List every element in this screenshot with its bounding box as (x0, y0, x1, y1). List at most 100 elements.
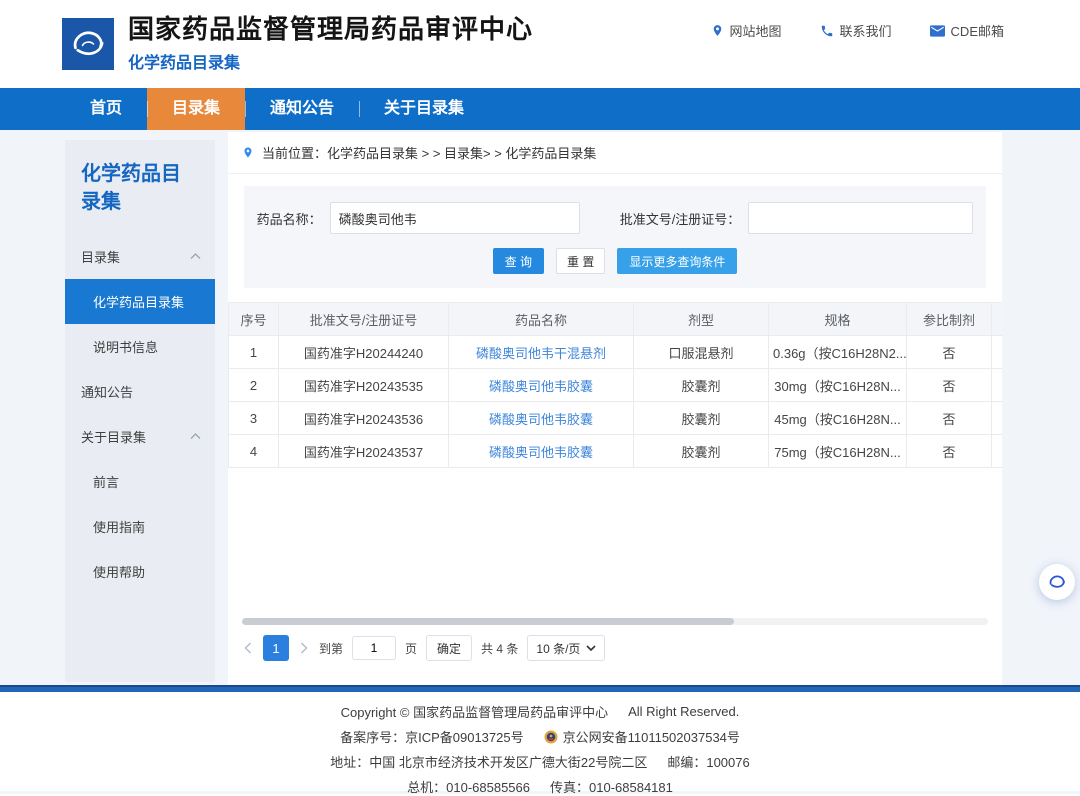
column-header-spec: 规格 (769, 303, 907, 336)
site-title: 国家药品监督管理局药品审评中心 (128, 15, 533, 44)
phone-text: 总机：010-68585566 (407, 777, 530, 796)
page-size-value: 10 条/页 (536, 640, 580, 657)
sidebar-item-label: 通知公告 (81, 382, 133, 401)
sidebar-item-label: 使用指南 (93, 517, 145, 536)
drug-name-input[interactable] (330, 202, 580, 234)
sidebar: 化学药品目录集 目录集 化学药品目录集 (65, 140, 215, 682)
page-number-button[interactable]: 1 (263, 635, 289, 661)
cell-form: 口服混悬剂 (634, 336, 769, 369)
prev-page-button[interactable] (242, 642, 254, 654)
reset-button[interactable]: 重 置 (556, 248, 605, 274)
cell-license: 国药准字H20243536 (279, 402, 449, 435)
sidebar-item[interactable]: 说明书信息 (65, 324, 215, 369)
footer-registration-line: 备案序号：京ICP备09013725号 京公网安备11011502037534号 (340, 727, 740, 746)
nav-item-label: 目录集 (172, 100, 220, 117)
cell-spec: 75mg（按C16H28N... (769, 435, 907, 468)
column-header-form: 剂型 (634, 303, 769, 336)
cell-spec: 30mg（按C16H28N... (769, 369, 907, 402)
main-panel: 当前位置：化学药品目录集 > > 目录集> > 化学药品目录集 药品名称： 批准… (228, 132, 1002, 685)
cde-logo (62, 18, 114, 70)
icp-text: 备案序号：京ICP备09013725号 (340, 727, 524, 746)
cell-spec: 0.36g（按C16H28N2... (769, 336, 907, 369)
page: 国家药品监督管理局药品审评中心 化学药品目录集 网站地图 联系我们 CDE邮 (0, 0, 1080, 794)
police-text: 京公网安备11011502037534号 (563, 727, 740, 746)
column-header-license: 批准文号/注册证号 (279, 303, 449, 336)
fax-text: 传真：010-68584181 (550, 777, 673, 796)
nav-item[interactable]: 关于目录集 (359, 88, 489, 130)
nav-item[interactable]: 目录集 (147, 88, 245, 130)
sidebar-item[interactable]: 目录集 (65, 234, 215, 279)
column-header-rld: 参比制剂 (907, 303, 992, 336)
license-number-label: 批准文号/注册证号： (620, 209, 741, 228)
drug-name-link[interactable]: 磷酸奥司他韦胶囊 (449, 435, 634, 468)
sidebar-item[interactable]: 使用指南 (65, 504, 215, 549)
contact-link[interactable]: 联系我们 (820, 21, 892, 40)
sidebar-item-label: 关于目录集 (81, 427, 146, 446)
cell-license: 国药准字H20243537 (279, 435, 449, 468)
address-text: 地址：中国 北京市经济技术开发区广德大街22号院二区 (330, 752, 647, 771)
chevron-up-icon (190, 433, 201, 440)
goto-page-input[interactable] (352, 636, 396, 660)
cell-phantom (992, 402, 1003, 435)
footer-phone-line: 总机：010-68585566 传真：010-68584181 (407, 777, 673, 796)
goto-suffix-label: 页 (405, 640, 417, 657)
cell-phantom (992, 369, 1003, 402)
scrollbar-thumb[interactable] (242, 618, 734, 625)
cell-spec: 45mg（按C16H28N... (769, 402, 907, 435)
cell-form: 胶囊剂 (634, 369, 769, 402)
query-button[interactable]: 查 询 (493, 248, 544, 274)
chevron-right-icon (300, 642, 308, 654)
sidebar-item-label: 前言 (93, 472, 119, 491)
cell-rld: 否 (907, 369, 992, 402)
cell-rld: 否 (907, 402, 992, 435)
sidebar-title: 化学药品目录集 (65, 140, 215, 226)
cell-serial: 1 (229, 336, 279, 369)
drug-name-link[interactable]: 磷酸奥司他韦胶囊 (449, 369, 634, 402)
sidebar-item[interactable]: 化学药品目录集 (65, 279, 215, 324)
cde-swirl-icon (1046, 571, 1068, 593)
cell-license: 国药准字H20244240 (279, 336, 449, 369)
mailbox-link[interactable]: CDE邮箱 (930, 21, 1004, 40)
footer-copyright-line: Copyright © 国家药品监督管理局药品审评中心 All Right Re… (341, 702, 740, 721)
nav-item[interactable]: 通知公告 (245, 88, 359, 130)
header-links: 网站地图 联系我们 CDE邮箱 (711, 21, 1004, 40)
mailbox-label: CDE邮箱 (951, 21, 1004, 40)
main-nav: 首页 目录集 通知公告 关于目录集 (0, 88, 1080, 130)
footer-divider-bar (0, 685, 1080, 692)
nav-item[interactable]: 首页 (65, 88, 147, 130)
location-pin-icon (711, 23, 724, 38)
table-header-row: 序号 批准文号/注册证号 药品名称 剂型 规格 参比制剂 (229, 303, 1003, 336)
cell-license: 国药准字H20243535 (279, 369, 449, 402)
contact-label: 联系我们 (840, 21, 892, 40)
sidebar-item[interactable]: 通知公告 (65, 369, 215, 414)
cell-form: 胶囊剂 (634, 402, 769, 435)
floating-cde-button[interactable] (1039, 564, 1075, 600)
sidebar-item[interactable]: 关于目录集 (65, 414, 215, 459)
site-subtitle: 化学药品目录集 (128, 49, 533, 73)
drug-name-field: 药品名称： (257, 202, 580, 234)
confirm-page-button[interactable]: 确定 (426, 635, 472, 661)
site-footer: Copyright © 国家药品监督管理局药品审评中心 All Right Re… (0, 692, 1080, 791)
sitemap-link[interactable]: 网站地图 (711, 21, 782, 40)
sidebar-item[interactable]: 使用帮助 (65, 549, 215, 594)
sidebar-item[interactable]: 前言 (65, 459, 215, 504)
license-number-input[interactable] (748, 202, 973, 234)
pagination: 1 到第 页 确定 共 4 条 10 条/页 (228, 635, 1002, 661)
goto-prefix-label: 到第 (319, 640, 343, 657)
drug-name-link[interactable]: 磷酸奥司他韦胶囊 (449, 402, 634, 435)
sidebar-item-label: 使用帮助 (93, 562, 145, 581)
next-page-button[interactable] (298, 642, 310, 654)
cell-phantom (992, 435, 1003, 468)
page-size-select[interactable]: 10 条/页 (527, 635, 605, 661)
cde-logo-swirl-icon (66, 22, 110, 66)
breadcrumb-text: 当前位置：化学药品目录集 > > 目录集> > 化学药品目录集 (262, 143, 596, 162)
column-header-name: 药品名称 (449, 303, 634, 336)
cell-rld: 否 (907, 435, 992, 468)
column-header-no: 序号 (229, 303, 279, 336)
drug-name-link[interactable]: 磷酸奥司他韦干混悬剂 (449, 336, 634, 369)
content-area: 化学药品目录集 目录集 化学药品目录集 (0, 130, 1080, 685)
title-block: 国家药品监督管理局药品审评中心 化学药品目录集 (128, 15, 533, 73)
table-row: 2 国药准字H20243535 磷酸奥司他韦胶囊 胶囊剂 30mg（按C16H2… (229, 369, 1003, 402)
nav-item-label: 首页 (90, 100, 122, 117)
more-conditions-button[interactable]: 显示更多查询条件 (617, 248, 737, 274)
